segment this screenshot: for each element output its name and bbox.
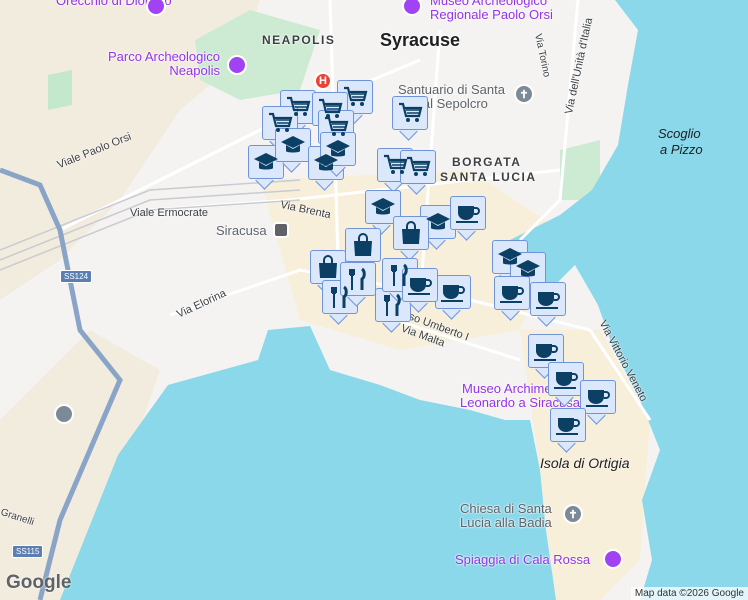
marker-box bbox=[392, 96, 428, 130]
district-neapolis: NEAPOLIS bbox=[262, 33, 336, 47]
road-shield-ss124: SS124 bbox=[60, 270, 93, 283]
marker-box bbox=[340, 262, 376, 296]
poi-chiesa-line1[interactable]: Chiesa di Santa bbox=[460, 502, 552, 516]
cap-icon bbox=[254, 153, 278, 170]
marker-box bbox=[393, 216, 429, 250]
marker-box bbox=[550, 408, 586, 442]
cap-icon bbox=[426, 213, 450, 230]
cap-icon bbox=[371, 198, 395, 215]
park-strip bbox=[48, 70, 72, 110]
monument-icon[interactable] bbox=[227, 55, 247, 75]
poi-parco-line1[interactable]: Parco Archeologico bbox=[100, 50, 220, 64]
cart-icon bbox=[344, 86, 368, 106]
fork-icon bbox=[349, 267, 366, 290]
fork-icon bbox=[384, 293, 401, 316]
coffee-icon bbox=[554, 372, 578, 389]
bag-marker[interactable] bbox=[393, 216, 429, 261]
coffee-marker[interactable] bbox=[450, 196, 486, 241]
cart-icon bbox=[269, 112, 293, 132]
coffee-marker[interactable] bbox=[435, 275, 471, 320]
marker-box bbox=[435, 275, 471, 309]
coffee-icon bbox=[456, 206, 480, 223]
marker-box bbox=[345, 228, 381, 262]
cap-marker[interactable] bbox=[248, 145, 284, 190]
marker-box bbox=[248, 145, 284, 179]
poi-museo-orsi-line2[interactable]: Regionale Paolo Orsi bbox=[430, 8, 553, 22]
coffee-icon bbox=[556, 418, 580, 435]
marker-box bbox=[580, 380, 616, 414]
road-shield-ss115: SS115 bbox=[12, 545, 44, 558]
marker-box bbox=[365, 190, 401, 224]
marker-box bbox=[420, 205, 456, 239]
coffee-marker[interactable] bbox=[550, 408, 586, 453]
marker-box bbox=[528, 334, 564, 368]
city-syracuse: Syracuse bbox=[380, 30, 461, 50]
cap-icon bbox=[326, 140, 350, 157]
coffee-icon bbox=[500, 286, 524, 303]
poi-parco-line2[interactable]: Neapolis bbox=[100, 64, 220, 78]
marker-box bbox=[530, 282, 566, 316]
bag-icon bbox=[402, 221, 420, 244]
marker-box bbox=[275, 128, 311, 162]
marker-box bbox=[400, 150, 436, 184]
fork-marker[interactable] bbox=[375, 288, 411, 333]
marker-box bbox=[402, 268, 438, 302]
coffee-marker[interactable] bbox=[548, 362, 584, 407]
hospital-icon[interactable]: H bbox=[314, 72, 332, 90]
marker-box bbox=[450, 196, 486, 230]
marker-box bbox=[375, 288, 411, 322]
bag-icon bbox=[319, 255, 337, 278]
marker-box bbox=[320, 132, 356, 166]
poi-chiesa-line2[interactable]: Lucia alla Badia bbox=[460, 516, 552, 530]
map-attribution[interactable]: Map data ©2026 Google bbox=[630, 587, 748, 600]
cart-icon bbox=[325, 116, 349, 136]
coffee-icon bbox=[408, 278, 432, 295]
coffee-icon bbox=[536, 292, 560, 309]
school-icon[interactable] bbox=[54, 404, 74, 424]
camera-icon[interactable] bbox=[603, 549, 623, 569]
coffee-marker[interactable] bbox=[494, 276, 530, 321]
district-borgata-line2: SANTA LUCIA bbox=[440, 170, 537, 184]
cap-icon bbox=[516, 260, 540, 277]
place-scoglio-line2: a Pizzo bbox=[660, 142, 703, 157]
cart-icon bbox=[407, 156, 431, 176]
church-icon[interactable]: ✝ bbox=[563, 504, 583, 524]
poi-santuario-line1[interactable]: Santuario di Santa bbox=[398, 83, 505, 97]
coffee-marker[interactable] bbox=[530, 282, 566, 327]
marker-box bbox=[310, 250, 346, 284]
cap-icon bbox=[281, 136, 305, 153]
train-station-icon[interactable] bbox=[273, 222, 289, 238]
station-siracusa[interactable]: Siracusa bbox=[216, 224, 267, 238]
google-logo[interactable]: Google bbox=[6, 572, 71, 594]
cart-marker[interactable] bbox=[392, 96, 428, 141]
coffee-icon bbox=[441, 285, 465, 302]
coffee-icon bbox=[534, 344, 558, 361]
marker-box bbox=[548, 362, 584, 396]
coffee-marker[interactable] bbox=[402, 268, 438, 313]
church-icon[interactable]: ✝ bbox=[514, 84, 534, 104]
bag-icon bbox=[354, 233, 372, 256]
district-borgata-line1: BORGATA bbox=[452, 155, 522, 169]
cap-marker[interactable] bbox=[275, 128, 311, 173]
place-scoglio-line1: Scoglio bbox=[658, 126, 701, 141]
cart-marker[interactable] bbox=[400, 150, 436, 195]
place-isola-ortigia: Isola di Ortigia bbox=[540, 455, 630, 471]
cart-icon bbox=[399, 102, 423, 122]
coffee-icon bbox=[586, 390, 610, 407]
poi-spiaggia-cala-rossa[interactable]: Spiaggia di Cala Rossa bbox=[455, 553, 590, 567]
marker-box bbox=[494, 276, 530, 310]
street-viale-ermocrate: Viale Ermocrate bbox=[130, 207, 209, 219]
